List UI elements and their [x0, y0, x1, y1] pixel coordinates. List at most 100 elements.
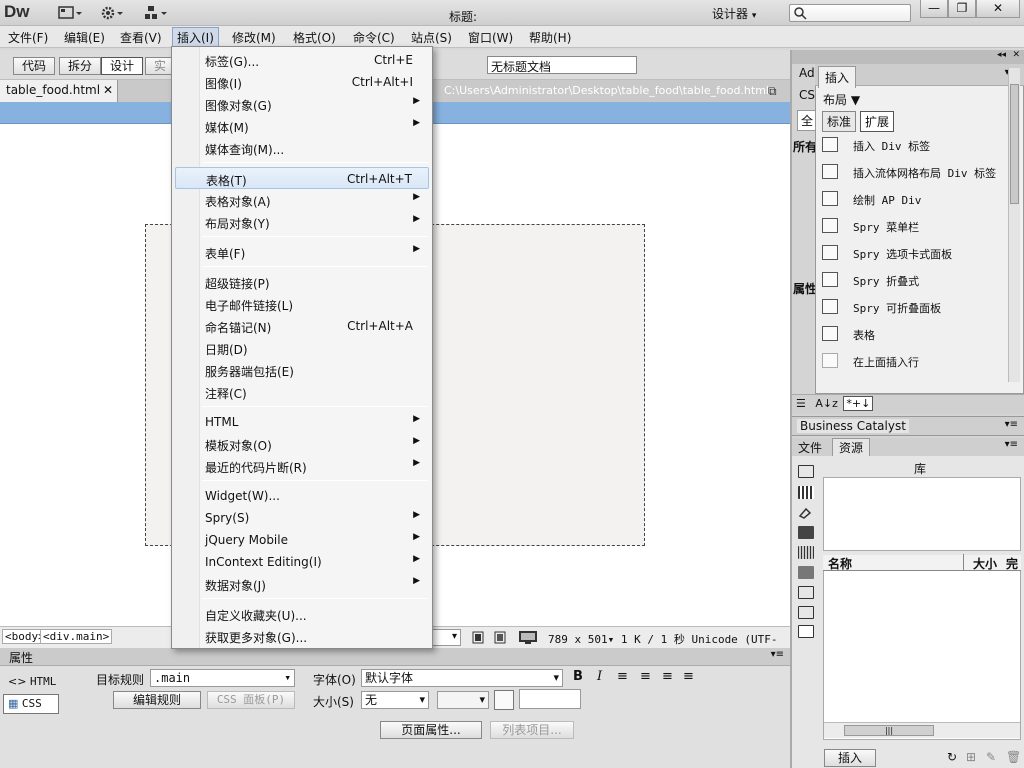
- list-view-icon[interactable]: ☰: [796, 397, 806, 410]
- align-right-icon[interactable]: ≡: [662, 669, 673, 684]
- edit-icon[interactable]: ✎: [986, 750, 996, 764]
- spry-tabbed-panels[interactable]: Spry 选项卡式面板: [822, 242, 1007, 264]
- insert-menu-item[interactable]: 服务器端包括(E): [175, 359, 429, 381]
- close-button[interactable]: ✕: [976, 0, 1020, 18]
- colors-icon[interactable]: [798, 486, 814, 499]
- flash-icon[interactable]: [798, 526, 814, 539]
- html-mode-button[interactable]: <> HTML: [8, 675, 56, 688]
- column-full[interactable]: 完: [1006, 555, 1018, 572]
- insert-panel-tab[interactable]: 插入: [818, 66, 857, 88]
- restore-doc-icon[interactable]: ⧉: [768, 84, 777, 99]
- close-icon[interactable]: ✕: [1012, 50, 1020, 60]
- scripts-icon[interactable]: [798, 586, 814, 599]
- menu-window[interactable]: 窗口(W): [464, 29, 517, 46]
- side-tab-ad[interactable]: Ad: [799, 66, 815, 80]
- layout-icon[interactable]: [58, 4, 82, 22]
- panel-menu-icon[interactable]: ▾≡: [1005, 439, 1018, 450]
- css-mode-button[interactable]: ▦ CSS: [3, 694, 59, 714]
- menu-edit[interactable]: 编辑(E): [60, 29, 109, 46]
- restore-button[interactable]: ❐: [948, 0, 976, 18]
- hand-tool-icon[interactable]: [494, 631, 506, 647]
- library-hscrollbar[interactable]: |||: [824, 722, 1020, 738]
- workspace-switcher[interactable]: 设计器 ▾: [704, 3, 770, 23]
- insert-menu-item[interactable]: 数据对象(J) ▶: [175, 573, 429, 595]
- panel-menu-icon[interactable]: ▾≡: [1005, 419, 1018, 430]
- list-item-button[interactable]: 列表项目...: [490, 721, 574, 739]
- insert-asset-button[interactable]: 插入: [824, 749, 876, 767]
- page-title-input[interactable]: 无标题文档: [487, 56, 637, 74]
- align-left-icon[interactable]: ≡: [617, 669, 628, 684]
- gear-icon[interactable]: [100, 4, 126, 22]
- menu-format[interactable]: 格式(O): [289, 29, 340, 46]
- trash-icon[interactable]: 🗑: [1006, 750, 1021, 764]
- menu-modify[interactable]: 修改(M): [228, 29, 280, 46]
- insert-menu-item[interactable]: 模板对象(O) ▶: [175, 433, 429, 455]
- insert-panel-scrollbar[interactable]: [1008, 68, 1020, 382]
- business-catalyst-header[interactable]: Business Catalyst ▾≡: [792, 416, 1024, 436]
- urls-icon[interactable]: [798, 506, 814, 519]
- document-tab[interactable]: table_food.html ✕: [0, 80, 118, 102]
- side-tab-cs[interactable]: CS: [799, 88, 815, 102]
- collapse-icon[interactable]: ◂◂: [997, 50, 1006, 60]
- column-size[interactable]: 大小: [973, 555, 997, 572]
- scrollbar-thumb[interactable]: |||: [844, 725, 934, 736]
- insert-menu-item[interactable]: Widget(W)...: [175, 485, 429, 507]
- italic-button[interactable]: I: [597, 669, 602, 684]
- insert-menu-item[interactable]: 表单(F) ▶: [175, 241, 429, 263]
- size-select[interactable]: 无: [361, 691, 429, 709]
- insert-menu-item[interactable]: 媒体查询(M)...: [175, 137, 429, 159]
- insert-menu-item[interactable]: 命名锚记(N) Ctrl+Alt+A: [175, 315, 429, 337]
- close-icon[interactable]: ✕: [103, 83, 113, 97]
- insert-menu-item[interactable]: 注释(C): [175, 381, 429, 403]
- insert-div-tag[interactable]: 插入 Div 标签: [822, 134, 1007, 156]
- images-icon[interactable]: [798, 465, 814, 478]
- tab-files[interactable]: 文件: [798, 439, 822, 456]
- insert-menu-item[interactable]: 自定义收藏夹(U)...: [175, 603, 429, 625]
- split-view-button[interactable]: 拆分: [59, 57, 102, 75]
- side-tab-all[interactable]: 全: [797, 110, 818, 131]
- bold-button[interactable]: B: [573, 669, 583, 684]
- insert-menu-item[interactable]: 获取更多对象(G)...: [175, 625, 429, 647]
- sort-az-icon[interactable]: A↓z: [815, 397, 838, 410]
- align-center-icon[interactable]: ≡: [640, 669, 651, 684]
- menu-insert[interactable]: 插入(I): [172, 27, 219, 48]
- site-icon[interactable]: [144, 4, 170, 22]
- font-select[interactable]: 默认字体: [361, 669, 563, 687]
- insert-table[interactable]: 表格: [822, 323, 1007, 345]
- business-catalyst-tab[interactable]: Business Catalyst: [797, 419, 909, 433]
- spry-collapsible-panel[interactable]: Spry 可折叠面板: [822, 296, 1007, 318]
- column-name[interactable]: 名称: [828, 555, 852, 572]
- tag-selector-div[interactable]: <div.main>: [40, 629, 113, 644]
- insert-menu-item[interactable]: 布局对象(Y) ▶: [175, 211, 429, 233]
- menu-file[interactable]: 文件(F): [4, 29, 52, 46]
- target-rule-select[interactable]: .main: [150, 669, 295, 687]
- insert-menu-item[interactable]: 表格(T) Ctrl+Alt+T: [175, 167, 429, 189]
- scrollbar-thumb[interactable]: [1010, 84, 1019, 204]
- insert-category-select[interactable]: 布局 ▼: [823, 91, 860, 108]
- color-picker[interactable]: [494, 690, 514, 710]
- shockwave-icon[interactable]: [798, 546, 814, 559]
- css-panel-button[interactable]: CSS 面板(P): [207, 691, 295, 709]
- spry-accordion[interactable]: Spry 折叠式: [822, 269, 1007, 291]
- insert-menu-item[interactable]: jQuery Mobile ▶: [175, 529, 429, 551]
- tab-assets[interactable]: 资源: [832, 438, 871, 456]
- insert-menu-item[interactable]: 最近的代码片断(R) ▶: [175, 455, 429, 477]
- panel-menu-icon[interactable]: ▾≡: [771, 649, 784, 660]
- insert-menu-item[interactable]: 图像(I) Ctrl+Alt+I: [175, 71, 429, 93]
- insert-menu-item[interactable]: 超级链接(P): [175, 271, 429, 293]
- insert-fluid-grid-div[interactable]: 插入流体网格布局 Div 标签: [822, 161, 1007, 183]
- insert-menu-item[interactable]: Spry(S) ▶: [175, 507, 429, 529]
- code-view-button[interactable]: 代码: [13, 57, 56, 75]
- insert-menu-item[interactable]: 表格对象(A) ▶: [175, 189, 429, 211]
- menu-commands[interactable]: 命令(C): [349, 29, 399, 46]
- templates-icon[interactable]: [798, 606, 814, 619]
- menu-help[interactable]: 帮助(H): [525, 29, 575, 46]
- insert-row-above[interactable]: 在上面插入行: [822, 350, 1007, 372]
- insert-menu-item[interactable]: 日期(D): [175, 337, 429, 359]
- insert-menu-item[interactable]: 媒体(M) ▶: [175, 115, 429, 137]
- new-item-icon[interactable]: ⊞: [966, 750, 976, 764]
- insert-menu-item[interactable]: 图像对象(G) ▶: [175, 93, 429, 115]
- tab-standard[interactable]: 标准: [822, 111, 857, 132]
- insert-menu-item[interactable]: HTML ▶: [175, 411, 429, 433]
- set-properties-icon[interactable]: *+↓: [843, 396, 874, 411]
